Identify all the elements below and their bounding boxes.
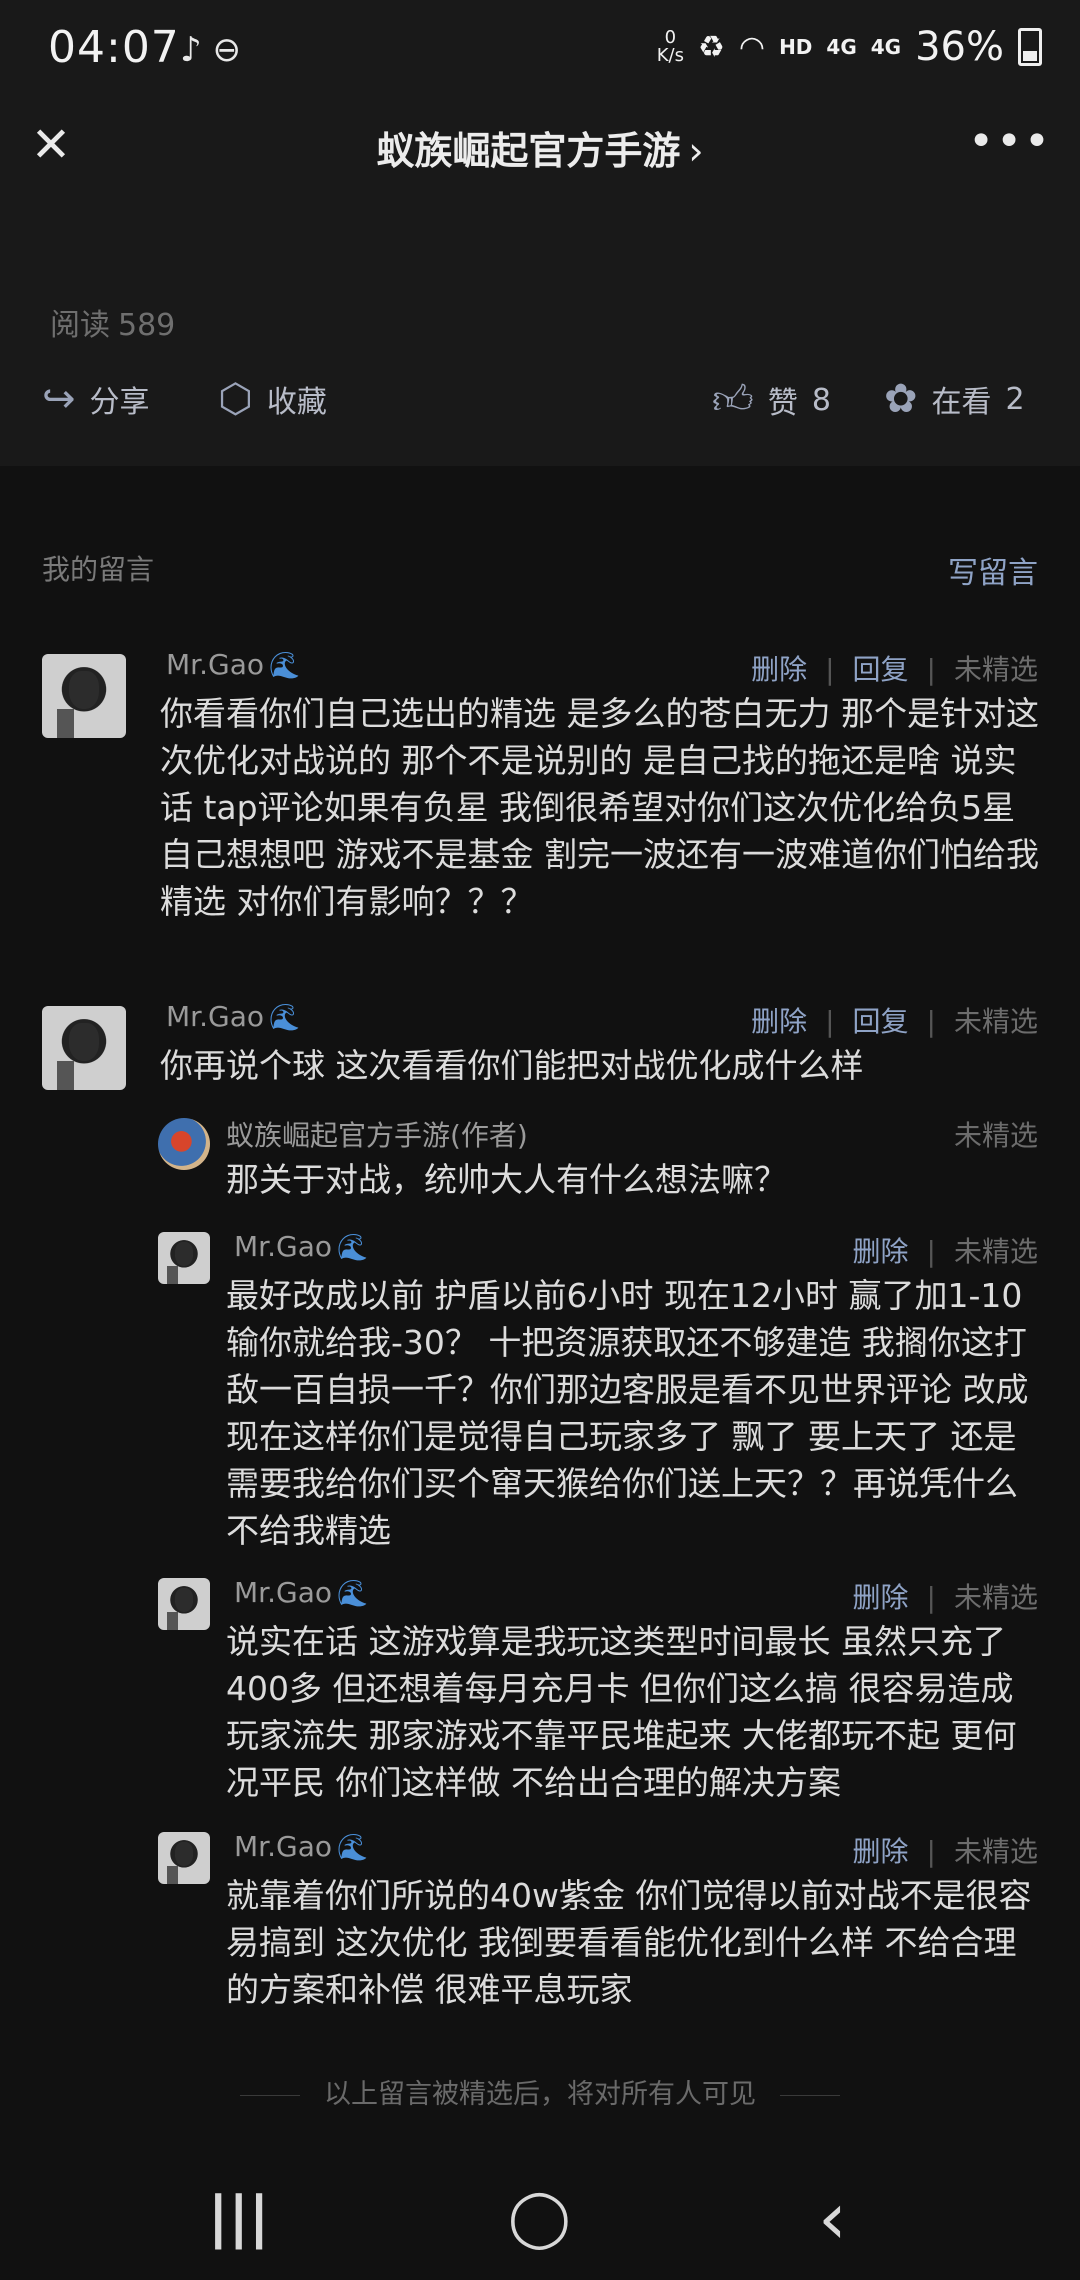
- hd-badge: HD: [779, 35, 813, 59]
- delete-button[interactable]: 删除: [751, 1005, 807, 1038]
- recent-apps-button[interactable]: |||: [208, 2190, 269, 2246]
- reply-actions: 删除 | 未精选: [853, 1230, 1038, 1270]
- like-count: 8: [811, 382, 831, 418]
- notification-icons: ♪ ⊖: [180, 30, 241, 70]
- reply-text: 说实在话 这游戏算是我玩这类型时间最长 虽然只充了400多 但还想着每月充月卡 …: [226, 1622, 1017, 1802]
- delete-button[interactable]: 删除: [853, 1235, 909, 1268]
- avatar[interactable]: [42, 654, 126, 738]
- separator: |: [926, 1235, 936, 1268]
- comment-text: 你看看你们自己选出的精选 是多么的苍白无力 那个是针对这次优化对战说的 那个不是…: [160, 694, 1039, 921]
- separator: |: [926, 653, 936, 686]
- share-icon: ↪: [42, 376, 76, 422]
- status-time: 04:07: [48, 22, 180, 73]
- favorite-button[interactable]: ⬡ 收藏: [218, 376, 327, 422]
- separator: |: [926, 1005, 936, 1038]
- separator: |: [825, 1005, 835, 1038]
- divider: [780, 2095, 840, 2096]
- reply-text: 就靠着你们所说的40w紫金 你们觉得以前对战不是很容易搞到 这次优化 我倒要看看…: [226, 1876, 1032, 2009]
- comments-header: 我的留言 写留言: [42, 548, 1038, 591]
- delete-button[interactable]: 删除: [853, 1581, 909, 1614]
- article-footer: 阅读 589 ↪ 分享 ⬡ 收藏 👍︎ 赞 8 ✿ 在看 2: [0, 190, 1080, 466]
- read-count: 阅读 589: [42, 300, 175, 344]
- read-label: 阅读: [50, 308, 110, 343]
- status-label: 未精选: [953, 1005, 1038, 1038]
- chevron-right-icon: ›: [688, 129, 704, 173]
- delete-button[interactable]: 删除: [751, 653, 807, 686]
- battery-saver-icon: ♻: [697, 29, 725, 65]
- like-button[interactable]: 👍︎ 赞 8: [712, 376, 831, 424]
- write-comment-button[interactable]: 写留言: [948, 548, 1038, 592]
- network-speed: 0 K/s: [656, 27, 684, 66]
- reply-author: Mr.Gao 🌊︎: [234, 1830, 370, 1863]
- avatar[interactable]: [158, 1232, 210, 1284]
- comment-actions: 删除 | 回复 | 未精选: [751, 1000, 1038, 1040]
- reply-author: Mr.Gao 🌊︎: [234, 1576, 370, 1609]
- back-button[interactable]: ‹: [818, 2182, 847, 2254]
- account-title[interactable]: 蚁族崛起官方手游 ›: [0, 120, 1080, 175]
- comment-text: 你再说个球 这次看看你们能把对战优化成什么样: [160, 1046, 864, 1085]
- wave-badge-icon: 🌊︎: [336, 1579, 370, 1609]
- system-nav-bar: ||| ◯ ‹: [0, 2160, 1080, 2280]
- reply-actions: 删除 | 未精选: [853, 1830, 1038, 1870]
- wave-badge-icon: 🌊︎: [336, 1833, 370, 1863]
- wifi-icon: ◠: [738, 29, 766, 65]
- avatar[interactable]: [42, 1006, 126, 1090]
- thumbs-up-icon: 👍︎: [712, 377, 754, 423]
- cube-icon: ⬡: [218, 376, 253, 422]
- divider: [240, 2095, 300, 2096]
- more-options-button[interactable]: •••: [968, 116, 1052, 167]
- status-right-icons: 0 K/s ♻ ◠ HD 4G 4G 36%: [657, 24, 1042, 70]
- status-label: 未精选: [953, 1835, 1038, 1868]
- author-avatar[interactable]: [158, 1118, 210, 1170]
- status-bar: 04:07 ♪ ⊖ 0 K/s ♻ ◠ HD 4G 4G 36%: [0, 0, 1080, 100]
- wave-badge-icon: 🌊︎: [336, 1233, 370, 1263]
- reply-text: 那关于对战，统帅大人有什么想法嘛？: [226, 1160, 787, 1199]
- watching-icon: ✿: [884, 376, 918, 422]
- reply-actions: 未精选: [954, 1114, 1038, 1154]
- status-label: 未精选: [953, 1119, 1038, 1152]
- reply-text: 最好改成以前 护盾以前6小时 现在12小时 赢了加1-10 输你就给我-30？ …: [226, 1276, 1029, 1550]
- battery-percent: 36%: [915, 24, 1004, 70]
- reply-author: Mr.Gao 🌊︎: [234, 1230, 370, 1263]
- separator: |: [926, 1581, 936, 1614]
- separator: |: [825, 653, 835, 686]
- status-label: 未精选: [953, 653, 1038, 686]
- signal-icon-1: 4G: [826, 35, 857, 59]
- comment-author: Mr.Gao 🌊︎: [166, 1000, 302, 1033]
- visibility-note: 以上留言被精选后，将对所有人可见: [0, 2072, 1080, 2111]
- top-bar: ✕ 蚁族崛起官方手游 › •••: [0, 100, 1080, 190]
- watching-count: 2: [1005, 381, 1025, 417]
- avatar[interactable]: [158, 1832, 210, 1884]
- wave-badge-icon: 🌊︎: [268, 651, 302, 681]
- reply-author: 蚁族崛起官方手游(作者): [226, 1119, 528, 1152]
- wave-badge-icon: 🌊︎: [268, 1003, 302, 1033]
- read-number: 589: [118, 308, 176, 343]
- status-label: 未精选: [953, 1235, 1038, 1268]
- share-button[interactable]: ↪ 分享: [42, 376, 150, 422]
- watching-button[interactable]: ✿ 在看 2: [884, 376, 1025, 422]
- avatar[interactable]: [158, 1578, 210, 1630]
- signal-icon-2: 4G: [870, 35, 902, 59]
- status-label: 未精选: [953, 1581, 1038, 1614]
- delete-button[interactable]: 删除: [853, 1835, 909, 1868]
- account-name: 蚁族崛起官方手游: [376, 129, 681, 173]
- comment-actions: 删除 | 回复 | 未精选: [751, 648, 1038, 688]
- battery-icon: [1018, 28, 1042, 66]
- reply-button[interactable]: 回复: [853, 1005, 909, 1038]
- reply-button[interactable]: 回复: [853, 653, 909, 686]
- my-comments-title: 我的留言: [42, 553, 155, 586]
- reply-actions: 删除 | 未精选: [853, 1576, 1038, 1616]
- comment-author: Mr.Gao 🌊︎: [166, 648, 302, 681]
- separator: |: [926, 1835, 936, 1868]
- home-button[interactable]: ◯: [508, 2190, 571, 2246]
